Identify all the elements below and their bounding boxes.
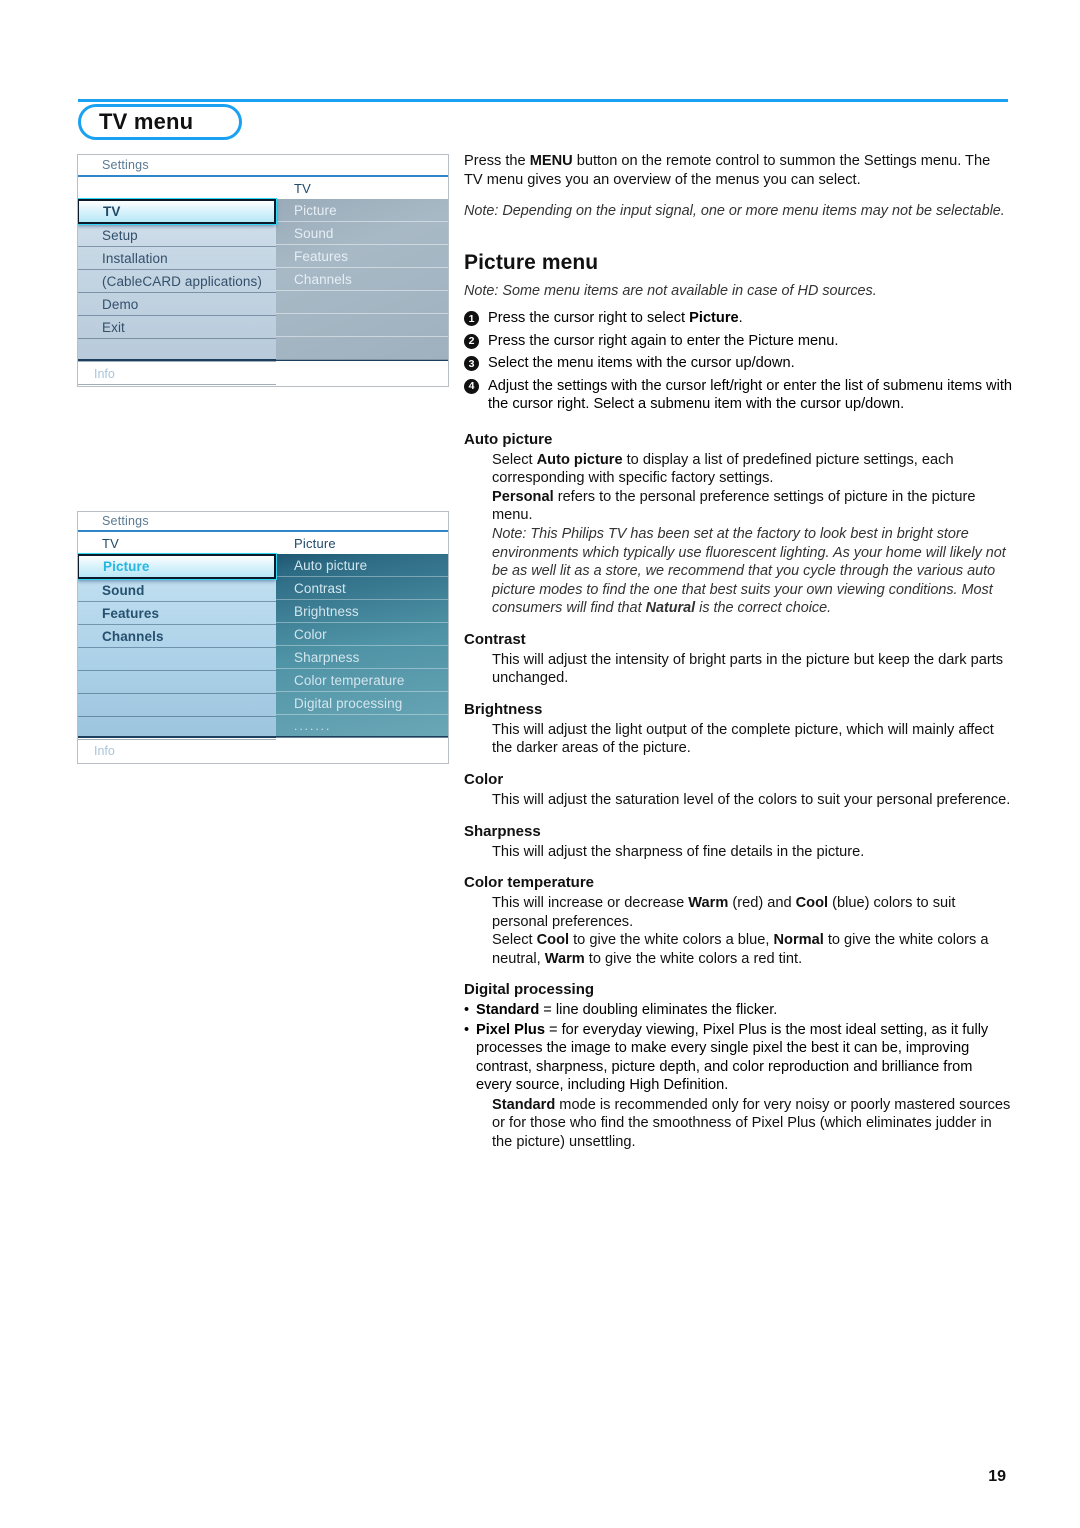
step-item: 2 Press the cursor right again to enter … — [464, 332, 1012, 351]
page-title-pill: TV menu — [78, 104, 242, 140]
tv-menu-item-cablecard[interactable]: (CableCARD applications) — [78, 270, 276, 293]
tv-menu-item-empty — [78, 362, 276, 385]
color-temperature-body: This will increase or decrease Warm (red… — [492, 895, 989, 967]
step-text: Press the cursor right again to enter th… — [488, 332, 839, 349]
picture-menu-topbar: Settings — [78, 512, 448, 532]
tv-submenu-item-empty — [276, 337, 448, 360]
tv-submenu-item-picture[interactable]: Picture — [276, 199, 448, 222]
picture-menu-heading: Picture menu — [464, 250, 599, 274]
step-number-badge: 1 — [464, 311, 479, 327]
brightness-heading: Brightness — [464, 700, 543, 718]
picture-submenu-item-more[interactable]: ....... — [276, 715, 448, 738]
picture-menu-item-empty — [78, 694, 276, 717]
sharpness-body: This will adjust the sharpness of fine d… — [492, 843, 865, 860]
picture-menu-screenshot: Settings TV Picture Sound Features Chann… — [77, 511, 449, 764]
picture-menu-left-header: TV — [78, 532, 276, 554]
page-title: TV menu — [99, 109, 194, 134]
picture-menu-item-empty — [78, 717, 276, 740]
tv-menu-left-header — [78, 177, 276, 199]
auto-picture-note: Note: This Philips TV has been set at th… — [492, 526, 1006, 617]
picture-menu-steps: 1 Press the cursor right to select Pictu… — [464, 309, 1012, 414]
tv-menu-item-installation[interactable]: Installation — [78, 247, 276, 270]
tv-submenu-item-channels[interactable]: Channels — [276, 268, 448, 291]
intro-paragraph: Press the MENU button on the remote cont… — [464, 153, 991, 188]
picture-submenu-item-digital-processing[interactable]: Digital processing — [276, 692, 448, 715]
picture-menu-item-channels[interactable]: Channels — [78, 625, 276, 648]
tv-menu-item-demo[interactable]: Demo — [78, 293, 276, 316]
picture-menu-body: TV Picture Sound Features Channels Pictu… — [78, 532, 448, 740]
step-text: Select the menu items with the cursor up… — [488, 355, 795, 372]
step-number-badge: 3 — [464, 356, 479, 372]
color-body: This will adjust the saturation level of… — [492, 792, 1011, 809]
header-rule — [78, 99, 1008, 102]
tv-menu-item-setup[interactable]: Setup — [78, 224, 276, 247]
picture-menu-item-empty — [78, 648, 276, 671]
step-text: Press the cursor right to select Picture… — [488, 310, 743, 327]
picture-menu-item-empty — [78, 671, 276, 694]
bullet-item: Pixel Plus = for everyday viewing, Pixel… — [464, 1021, 1012, 1095]
step-item: 4 Adjust the settings with the cursor le… — [464, 377, 1012, 414]
contrast-heading: Contrast — [464, 630, 526, 648]
tv-menu-topbar: Settings — [78, 155, 448, 177]
sharpness-heading: Sharpness — [464, 822, 541, 840]
tv-menu-body: TV Setup Installation (CableCARD applica… — [78, 177, 448, 385]
tv-menu-item-empty — [78, 339, 276, 362]
tv-submenu-item-empty — [276, 360, 448, 383]
tv-menu-item-exit[interactable]: Exit — [78, 316, 276, 339]
tv-menu-topbar-label: Settings — [102, 158, 149, 172]
picture-menu-item-sound[interactable]: Sound — [78, 579, 276, 602]
tv-menu-screenshot: Settings TV Setup Installation (CableCAR… — [77, 154, 449, 387]
picture-submenu-item-brightness[interactable]: Brightness — [276, 600, 448, 623]
step-item: 1 Press the cursor right to select Pictu… — [464, 309, 1012, 328]
color-temperature-heading: Color temperature — [464, 874, 595, 892]
picture-menu-right-column: Picture Auto picture Contrast Brightness… — [276, 532, 448, 738]
picture-menu-right-header: Picture — [276, 532, 448, 554]
picture-menu-info-label: Info — [94, 743, 115, 758]
picture-menu-info-bar: Info — [78, 736, 448, 763]
picture-submenu-item-contrast[interactable]: Contrast — [276, 577, 448, 600]
page-number: 19 — [988, 1468, 1006, 1485]
tv-menu-item-tv[interactable]: TV — [78, 198, 277, 225]
tv-menu-left-column: TV Setup Installation (CableCARD applica… — [78, 177, 277, 385]
step-item: 3 Select the menu items with the cursor … — [464, 354, 1012, 373]
tv-submenu-item-empty — [276, 314, 448, 337]
tv-submenu-item-features[interactable]: Features — [276, 245, 448, 268]
contrast-body: This will adjust the intensity of bright… — [492, 651, 1004, 687]
color-heading: Color — [464, 771, 504, 789]
brightness-body: This will adjust the light output of the… — [492, 721, 994, 757]
digital-processing-bullets: Standard = line doubling eliminates the … — [464, 1001, 1012, 1095]
step-text: Adjust the settings with the cursor left… — [488, 377, 1012, 413]
digital-processing-trailing: Standard mode is recommended only for ve… — [492, 1096, 1011, 1150]
picture-menu-item-features[interactable]: Features — [78, 602, 276, 625]
picture-menu-topbar-label: Settings — [102, 514, 149, 528]
intro-note: Note: Depending on the input signal, one… — [464, 203, 1005, 220]
picture-submenu-item-color[interactable]: Color — [276, 623, 448, 646]
picture-menu-note: Note: Some menu items are not available … — [464, 282, 877, 299]
picture-submenu-item-auto-picture[interactable]: Auto picture — [276, 554, 448, 577]
picture-submenu-item-sharpness[interactable]: Sharpness — [276, 646, 448, 669]
bullet-item: Standard = line doubling eliminates the … — [464, 1001, 1012, 1020]
picture-menu-item-picture[interactable]: Picture — [78, 553, 277, 580]
content-column: Press the MENU button on the remote cont… — [464, 152, 1012, 1151]
digital-processing-heading: Digital processing — [464, 981, 595, 999]
tv-menu-right-header: TV — [276, 177, 448, 199]
tv-submenu-item-sound[interactable]: Sound — [276, 222, 448, 245]
step-number-badge: 4 — [464, 378, 479, 394]
step-number-badge: 2 — [464, 333, 479, 349]
auto-picture-body: Select Auto picture to display a list of… — [492, 451, 976, 524]
tv-submenu-item-empty — [276, 291, 448, 314]
picture-submenu-item-color-temperature[interactable]: Color temperature — [276, 669, 448, 692]
picture-menu-left-column: TV Picture Sound Features Channels — [78, 532, 277, 740]
auto-picture-heading: Auto picture — [464, 430, 553, 448]
tv-menu-right-column: TV Picture Sound Features Channels — [276, 177, 448, 383]
